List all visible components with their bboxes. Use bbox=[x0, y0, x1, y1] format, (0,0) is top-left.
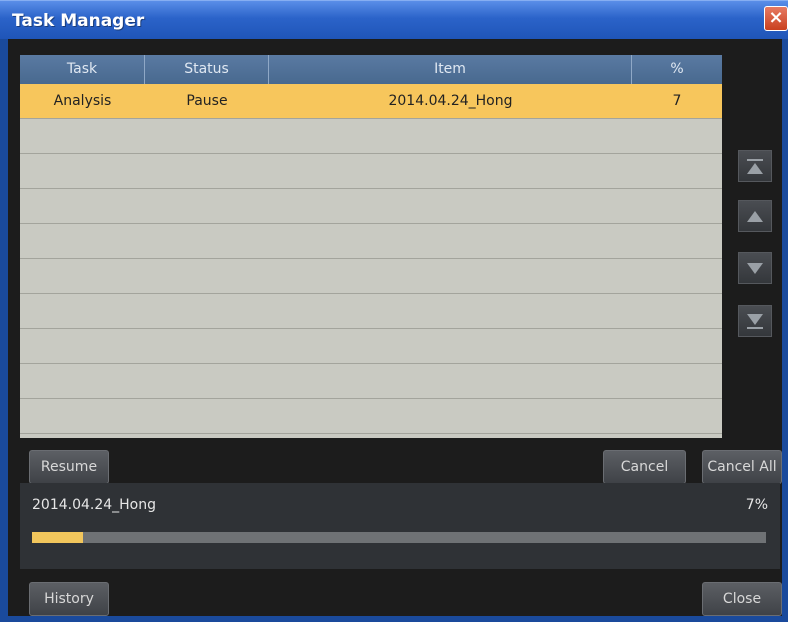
move-top-icon bbox=[747, 158, 763, 174]
cell-task: Analysis bbox=[53, 93, 112, 109]
move-up-icon bbox=[747, 210, 763, 222]
empty-table-row bbox=[20, 119, 722, 154]
table-header: Task Status Item % bbox=[20, 55, 722, 84]
empty-table-row bbox=[20, 154, 722, 189]
cell-status: Pause bbox=[186, 93, 228, 109]
table-row[interactable]: Analysis Pause 2014.04.24_Hong 7 bbox=[20, 84, 722, 119]
empty-table-row bbox=[20, 329, 722, 364]
close-button[interactable]: Close bbox=[702, 582, 782, 616]
cancel-button[interactable]: Cancel bbox=[603, 450, 686, 484]
empty-table-row bbox=[20, 399, 722, 434]
window-title: Task Manager bbox=[12, 11, 145, 31]
progress-percent: 7% bbox=[745, 497, 768, 513]
cancel-all-button[interactable]: Cancel All bbox=[702, 450, 782, 484]
progress-item-name: 2014.04.24_Hong bbox=[32, 497, 157, 513]
move-down-icon bbox=[747, 262, 763, 274]
progress-panel: 2014.04.24_Hong 7% bbox=[20, 483, 780, 569]
close-window-icon[interactable]: × bbox=[764, 6, 788, 31]
empty-table-row bbox=[20, 259, 722, 294]
move-to-top-button[interactable] bbox=[738, 150, 772, 182]
cell-item: 2014.04.24_Hong bbox=[388, 93, 513, 109]
empty-table-row bbox=[20, 224, 722, 259]
progress-bar bbox=[32, 532, 766, 543]
empty-table-row bbox=[20, 364, 722, 399]
column-header-status[interactable]: Status bbox=[145, 55, 269, 84]
progress-bar-fill bbox=[32, 532, 84, 543]
cell-percent: 7 bbox=[672, 93, 682, 109]
resume-button[interactable]: Resume bbox=[29, 450, 109, 484]
empty-table-row bbox=[20, 294, 722, 329]
move-down-button[interactable] bbox=[738, 252, 772, 284]
title-bar[interactable]: Task Manager × bbox=[0, 0, 788, 39]
move-bottom-icon bbox=[747, 313, 763, 329]
move-to-bottom-button[interactable] bbox=[738, 305, 772, 337]
column-header-item[interactable]: Item bbox=[269, 55, 632, 84]
history-button[interactable]: History bbox=[29, 582, 109, 616]
empty-table-row bbox=[20, 189, 722, 224]
column-header-task[interactable]: Task bbox=[20, 55, 145, 84]
move-up-button[interactable] bbox=[738, 200, 772, 232]
column-header-percent[interactable]: % bbox=[632, 55, 722, 84]
task-table: Task Status Item % Analysis Pause 2014.0… bbox=[20, 55, 722, 438]
